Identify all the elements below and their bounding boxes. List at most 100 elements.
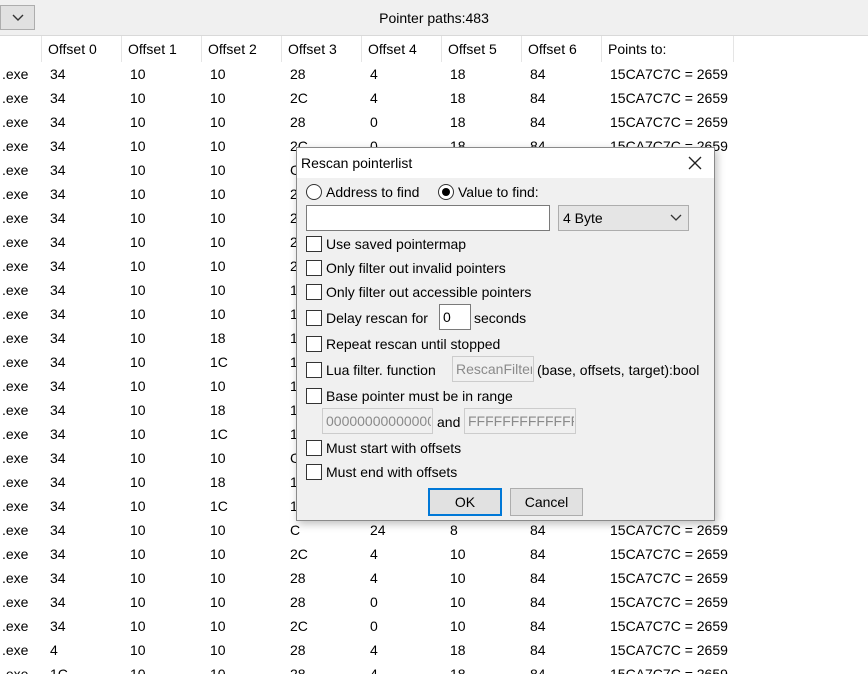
cell-offset-1: 10 xyxy=(130,114,146,130)
cell-offset-2: 10 xyxy=(210,66,226,82)
cell-offset-5: 18 xyxy=(450,666,466,674)
column-header-offset-1[interactable]: Offset 1 xyxy=(122,36,202,62)
cell-offset-2: 10 xyxy=(210,642,226,658)
filter-invalid-checkbox[interactable] xyxy=(306,260,322,276)
column-header-offset-2[interactable]: Offset 2 xyxy=(202,36,282,62)
lua-function-input[interactable]: RescanFilter xyxy=(452,356,534,382)
repeat-rescan-label[interactable]: Repeat rescan until stopped xyxy=(326,336,500,352)
filter-accessible-label[interactable]: Only filter out accessible pointers xyxy=(326,284,531,300)
table-row[interactable]: .exe 34 10 10 28 0 10 84 15CA7C7C = 2659 xyxy=(0,590,868,614)
value-radio[interactable] xyxy=(438,184,454,200)
cell-module: .exe xyxy=(2,306,29,322)
cell-offset-4: 4 xyxy=(370,66,378,82)
repeat-rescan-checkbox[interactable] xyxy=(306,336,322,352)
cell-offset-1: 10 xyxy=(130,498,146,514)
cell-offset-3: 2C xyxy=(290,618,308,634)
pointer-scan-window: Pointer paths:483 Offset 0 Offset 1 Offs… xyxy=(0,0,868,674)
dialog-title-bar: Rescan pointerlist xyxy=(297,148,714,178)
address-radio-label[interactable]: Address to find xyxy=(326,184,419,200)
cell-offset-1: 10 xyxy=(130,594,146,610)
cell-offset-1: 10 xyxy=(130,474,146,490)
cell-offset-1: 10 xyxy=(130,618,146,634)
address-radio[interactable] xyxy=(306,184,322,200)
cell-offset-0: 34 xyxy=(50,450,66,466)
base-range-checkbox[interactable] xyxy=(306,388,322,404)
delay-rescan-label[interactable]: Delay rescan for xyxy=(326,310,428,326)
cell-offset-3: 28 xyxy=(290,642,306,658)
cell-offset-3: 28 xyxy=(290,66,306,82)
range-from-input[interactable]: 0000000000000000 xyxy=(322,408,433,434)
lua-filter-checkbox[interactable] xyxy=(306,362,322,378)
cell-offset-1: 10 xyxy=(130,162,146,178)
ok-button[interactable]: OK xyxy=(428,488,502,516)
table-header: Offset 0 Offset 1 Offset 2 Offset 3 Offs… xyxy=(0,36,868,62)
cell-offset-1: 10 xyxy=(130,90,146,106)
cell-offset-0: 34 xyxy=(50,282,66,298)
type-select-value: 4 Byte xyxy=(563,210,603,226)
must-start-label[interactable]: Must start with offsets xyxy=(326,440,461,456)
cell-offset-2: 10 xyxy=(210,522,226,538)
cell-offset-1: 10 xyxy=(130,210,146,226)
column-header-module[interactable] xyxy=(0,36,42,62)
value-radio-label[interactable]: Value to find: xyxy=(458,184,539,200)
filter-invalid-label[interactable]: Only filter out invalid pointers xyxy=(326,260,506,276)
must-start-checkbox[interactable] xyxy=(306,440,322,456)
cell-offset-0: 34 xyxy=(50,90,66,106)
use-saved-pointermap-checkbox[interactable] xyxy=(306,236,322,252)
cell-offset-2: 10 xyxy=(210,594,226,610)
cell-points-to: 15CA7C7C = 2659 xyxy=(610,114,728,130)
table-row[interactable]: .exe 34 10 10 28 0 18 84 15CA7C7C = 2659 xyxy=(0,110,868,134)
table-row[interactable]: .exe 4 10 10 28 4 18 84 15CA7C7C = 2659 xyxy=(0,638,868,662)
cell-module: .exe xyxy=(2,402,29,418)
column-header-points-to[interactable]: Points to: xyxy=(602,36,734,62)
cell-offset-2: 10 xyxy=(210,234,226,250)
filter-accessible-checkbox[interactable] xyxy=(306,284,322,300)
cell-offset-1: 10 xyxy=(130,642,146,658)
cancel-button[interactable]: Cancel xyxy=(510,488,583,516)
base-range-label[interactable]: Base pointer must be in range xyxy=(326,388,513,404)
table-row[interactable]: .exe 34 10 10 2C 4 18 84 15CA7C7C = 2659 xyxy=(0,86,868,110)
value-input[interactable] xyxy=(306,205,550,231)
table-row[interactable]: .exe 34 10 10 2C 0 10 84 15CA7C7C = 2659 xyxy=(0,614,868,638)
table-row[interactable]: .exe 1C 10 10 28 4 18 84 15CA7C7C = 2659 xyxy=(0,662,868,674)
delay-rescan-checkbox[interactable] xyxy=(306,310,322,326)
cell-offset-1: 10 xyxy=(130,522,146,538)
delay-seconds-input[interactable]: 0 xyxy=(439,304,471,330)
table-row[interactable]: .exe 34 10 10 28 4 10 84 15CA7C7C = 2659 xyxy=(0,566,868,590)
cell-offset-0: 34 xyxy=(50,522,66,538)
cell-offset-5: 18 xyxy=(450,642,466,658)
cell-points-to: 15CA7C7C = 2659 xyxy=(610,594,728,610)
cell-offset-0: 34 xyxy=(50,474,66,490)
column-header-offset-6[interactable]: Offset 6 xyxy=(522,36,602,62)
cell-offset-0: 34 xyxy=(50,594,66,610)
cell-offset-4: 0 xyxy=(370,114,378,130)
cell-offset-1: 10 xyxy=(130,282,146,298)
cell-offset-4: 24 xyxy=(370,522,386,538)
column-header-offset-4[interactable]: Offset 4 xyxy=(362,36,442,62)
close-icon[interactable] xyxy=(686,154,704,172)
cell-offset-3: 28 xyxy=(290,594,306,610)
cell-offset-2: 10 xyxy=(210,114,226,130)
cell-offset-1: 10 xyxy=(130,546,146,562)
type-select[interactable]: 4 Byte xyxy=(558,205,689,231)
cell-module: .exe xyxy=(2,498,29,514)
column-header-offset-3[interactable]: Offset 3 xyxy=(282,36,362,62)
cell-offset-2: 18 xyxy=(210,474,226,490)
cell-offset-0: 34 xyxy=(50,258,66,274)
title-bar: Pointer paths:483 xyxy=(0,0,868,36)
range-to-input[interactable]: FFFFFFFFFFFFFFFF xyxy=(464,408,576,434)
cell-offset-2: 10 xyxy=(210,90,226,106)
must-end-checkbox[interactable] xyxy=(306,464,322,480)
table-row[interactable]: .exe 34 10 10 2C 4 10 84 15CA7C7C = 2659 xyxy=(0,542,868,566)
use-saved-pointermap-label[interactable]: Use saved pointermap xyxy=(326,236,466,252)
lua-filter-label[interactable]: Lua filter. function xyxy=(326,362,436,378)
column-header-offset-5[interactable]: Offset 5 xyxy=(442,36,522,62)
table-row[interactable]: .exe 34 10 10 C 24 8 84 15CA7C7C = 2659 xyxy=(0,518,868,542)
table-row[interactable]: .exe 34 10 10 28 4 18 84 15CA7C7C = 2659 xyxy=(0,62,868,86)
cell-module: .exe xyxy=(2,162,29,178)
cell-offset-0: 34 xyxy=(50,162,66,178)
column-header-offset-0[interactable]: Offset 0 xyxy=(42,36,122,62)
must-end-label[interactable]: Must end with offsets xyxy=(326,464,457,480)
cell-offset-4: 4 xyxy=(370,90,378,106)
cell-offset-0: 34 xyxy=(50,354,66,370)
